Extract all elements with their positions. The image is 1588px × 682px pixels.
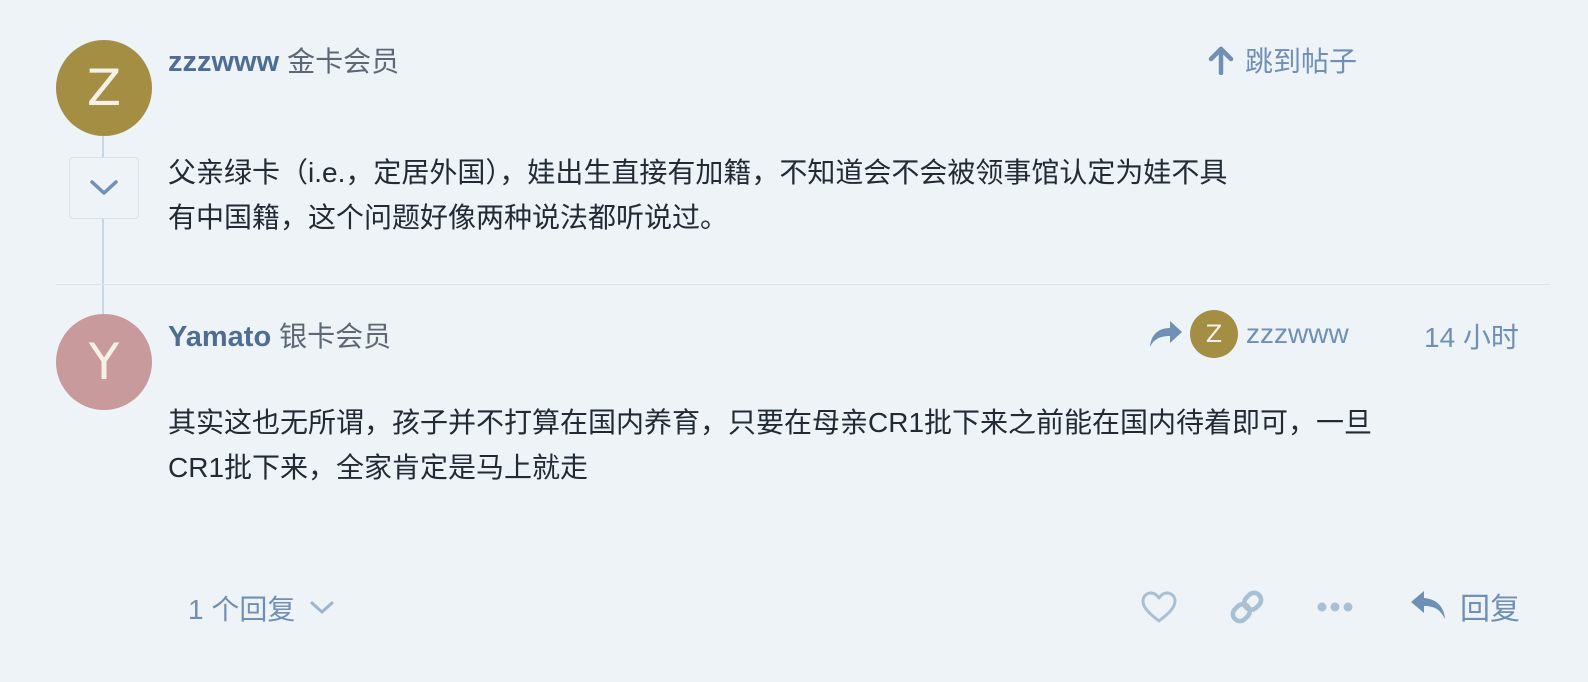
- avatar-letter: Z: [86, 59, 122, 117]
- post-text-line: CR1批下来，全家肯定是马上就走: [168, 452, 589, 483]
- chevron-down-icon: [310, 601, 334, 614]
- reply-to-username: zzzwww: [1246, 318, 1349, 349]
- copy-link-button[interactable]: [1224, 584, 1270, 630]
- user-title: 银卡会员: [279, 321, 392, 352]
- post-text-line: 父亲绿卡（i.e.，定居外国），娃出生直接有加籍，不知道会不会被领事馆认定为娃不…: [168, 157, 1228, 188]
- avatar[interactable]: Z: [56, 40, 152, 136]
- reply-to-tab[interactable]: Z zzzwww: [1148, 310, 1349, 358]
- show-replies-button[interactable]: 1 个回复: [188, 588, 335, 628]
- post-body: 父亲绿卡（i.e.，定居外国），娃出生直接有加籍，不知道会不会被领事馆认定为娃不…: [168, 150, 1227, 240]
- chevron-down-icon: [90, 180, 118, 195]
- thread-line: [102, 219, 104, 316]
- replies-count-label: 1 个回复: [188, 594, 296, 625]
- like-button[interactable]: [1136, 584, 1182, 630]
- link-icon: [1230, 590, 1264, 624]
- post-text-line: 其实这也无所谓，孩子并不打算在国内养育，只要在母亲CR1批下来之前能在国内待着即…: [168, 407, 1373, 438]
- reply-label: 回复: [1460, 593, 1520, 626]
- post-header: zzzwww 金卡会员: [168, 40, 399, 80]
- username[interactable]: Yamato: [168, 321, 271, 354]
- ellipsis-icon: [1317, 602, 1353, 612]
- heart-icon: [1141, 591, 1177, 623]
- username[interactable]: zzzwww: [168, 46, 279, 79]
- avatar[interactable]: Y: [56, 314, 152, 410]
- avatar-letter: Y: [88, 333, 120, 391]
- post-body: 其实这也无所谓，孩子并不打算在国内养育，只要在母亲CR1批下来之前能在国内待着即…: [168, 400, 1372, 490]
- reply-icon: [1411, 591, 1445, 619]
- reply-to-avatar: Z: [1190, 310, 1238, 358]
- reply-button[interactable]: 回复: [1408, 584, 1520, 628]
- post-date[interactable]: 14 小时: [1424, 316, 1519, 356]
- post-text-line: 有中国籍，这个问题好像两种说法都听说过。: [168, 202, 729, 233]
- user-title: 金卡会员: [287, 46, 400, 77]
- reply-arrow-icon: [1150, 321, 1182, 347]
- post-divider: [56, 284, 1550, 285]
- thread-line: [102, 136, 104, 158]
- collapse-button[interactable]: [69, 157, 139, 219]
- jump-to-post-link[interactable]: 跳到帖子: [1207, 40, 1357, 80]
- post-header: Yamato 银卡会员: [168, 315, 391, 355]
- jump-to-post-label: 跳到帖子: [1245, 46, 1358, 77]
- arrow-up-icon: [1208, 46, 1234, 75]
- more-actions-button[interactable]: [1312, 584, 1358, 630]
